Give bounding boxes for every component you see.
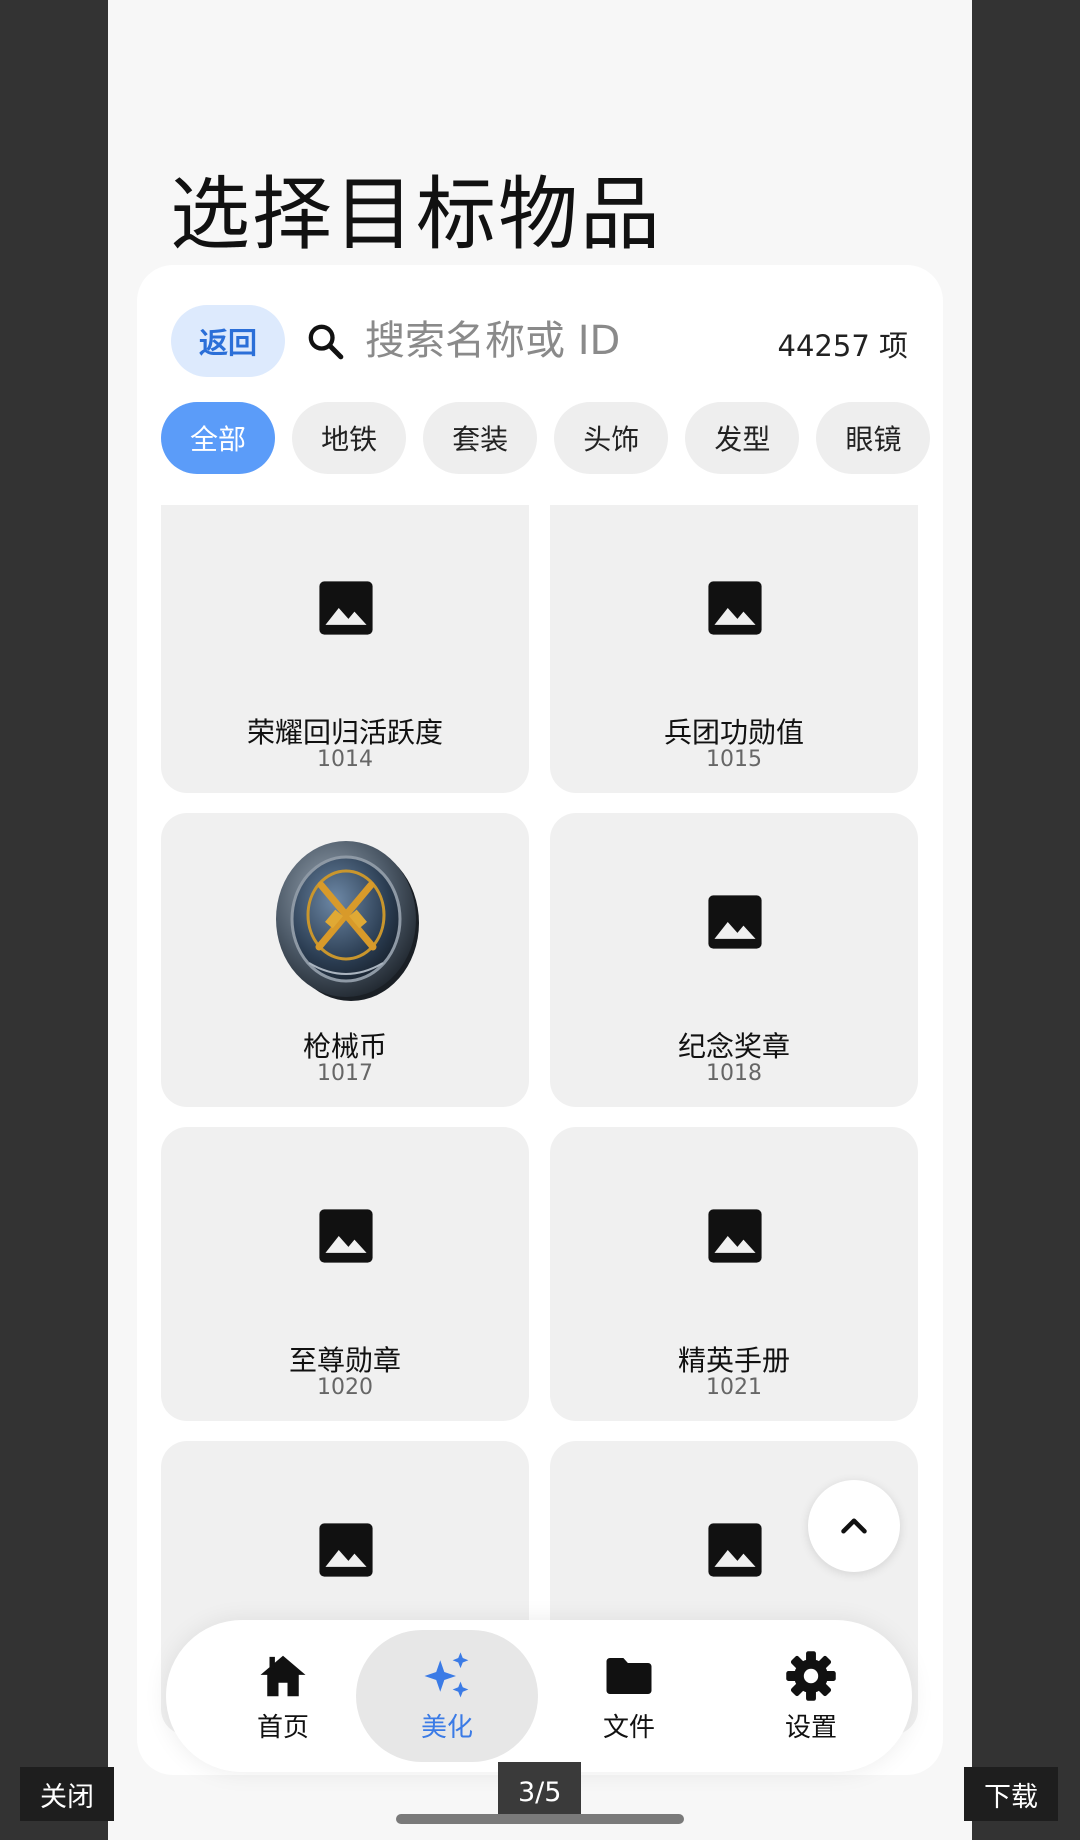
- search-bar: 返回 44257 项: [137, 265, 943, 385]
- sparkle-icon: [424, 1651, 469, 1697]
- item-card[interactable]: 精英手册 1021: [550, 1127, 918, 1421]
- item-id: 1015: [706, 747, 762, 772]
- page-indicator: 3/5: [498, 1762, 582, 1822]
- search-input[interactable]: [365, 309, 725, 373]
- item-card[interactable]: 至尊勋章 1020: [161, 1127, 529, 1421]
- result-count: 44257 项: [777, 329, 908, 363]
- image-placeholder-icon: [319, 581, 373, 635]
- image-placeholder-icon: [708, 895, 762, 949]
- home-icon: [260, 1655, 306, 1696]
- item-card[interactable]: 枪械币 1017: [161, 813, 529, 1107]
- image-placeholder-icon: [319, 1523, 373, 1577]
- chip-headwear[interactable]: 头饰: [554, 402, 669, 474]
- item-card[interactable]: 荣耀回归活跃度 1014: [161, 505, 529, 793]
- image-placeholder-icon: [319, 1209, 373, 1263]
- image-placeholder-icon: [708, 1209, 762, 1263]
- chip-subway[interactable]: 地铁: [292, 402, 407, 474]
- nav-files[interactable]: 文件: [538, 1630, 720, 1762]
- category-chips: 全部 地铁 套装 头饰 发型 眼镜: [161, 402, 943, 474]
- chevron-up-icon: [841, 1518, 867, 1534]
- item-id: 1021: [706, 1375, 762, 1400]
- nav-settings[interactable]: 设置: [720, 1630, 902, 1762]
- nav-home-label: 首页: [256, 1712, 309, 1743]
- download-button[interactable]: 下载: [964, 1767, 1058, 1821]
- item-name: 枪械币: [302, 1030, 387, 1063]
- item-name: 精英手册: [677, 1344, 790, 1377]
- item-name: 至尊勋章: [288, 1344, 401, 1377]
- page-title: 选择目标物品: [170, 168, 662, 261]
- item-name: 纪念奖章: [677, 1030, 790, 1063]
- nav-files-label: 文件: [602, 1712, 655, 1743]
- item-card[interactable]: 纪念奖章 1018: [550, 813, 918, 1107]
- nav-beautify-label: 美化: [420, 1712, 473, 1743]
- home-indicator: [396, 1814, 684, 1824]
- chip-hairstyle[interactable]: 发型: [685, 402, 800, 474]
- bottom-navigation: 首页 美化 文件 设置: [166, 1620, 912, 1772]
- chip-outfit[interactable]: 套装: [423, 402, 538, 474]
- nav-settings-label: 设置: [784, 1712, 837, 1743]
- nav-home[interactable]: 首页: [192, 1630, 374, 1762]
- image-placeholder-icon: [708, 1523, 762, 1577]
- gun-coin-icon: [276, 841, 419, 1001]
- image-placeholder-icon: [708, 581, 762, 635]
- nav-beautify[interactable]: 美化: [356, 1630, 538, 1762]
- item-name: 荣耀回归活跃度: [246, 716, 443, 749]
- item-id: 1017: [317, 1061, 373, 1086]
- chip-all[interactable]: 全部: [161, 402, 275, 474]
- phone-screen: 选择目标物品 返回 44257 项 全部 地铁 套装 头饰 发型 眼镜: [108, 0, 972, 1840]
- item-card[interactable]: 兵团功勋值 1015: [550, 505, 918, 793]
- gear-icon: [786, 1650, 836, 1701]
- scroll-to-top-button[interactable]: [808, 1480, 900, 1572]
- item-id: 1014: [317, 747, 373, 772]
- search-icon: [308, 324, 344, 360]
- item-grid: 荣耀回归活跃度 1014 兵团功勋值 1015 枪械币 1017 纪念奖章 10…: [137, 505, 943, 1775]
- close-button[interactable]: 关闭: [20, 1767, 114, 1821]
- item-id: 1018: [706, 1061, 762, 1086]
- item-id: 1020: [317, 1375, 373, 1400]
- chip-glasses[interactable]: 眼镜: [816, 402, 931, 474]
- back-button[interactable]: 返回: [171, 305, 285, 377]
- folder-icon: [606, 1657, 652, 1694]
- item-name: 兵团功勋值: [663, 716, 804, 749]
